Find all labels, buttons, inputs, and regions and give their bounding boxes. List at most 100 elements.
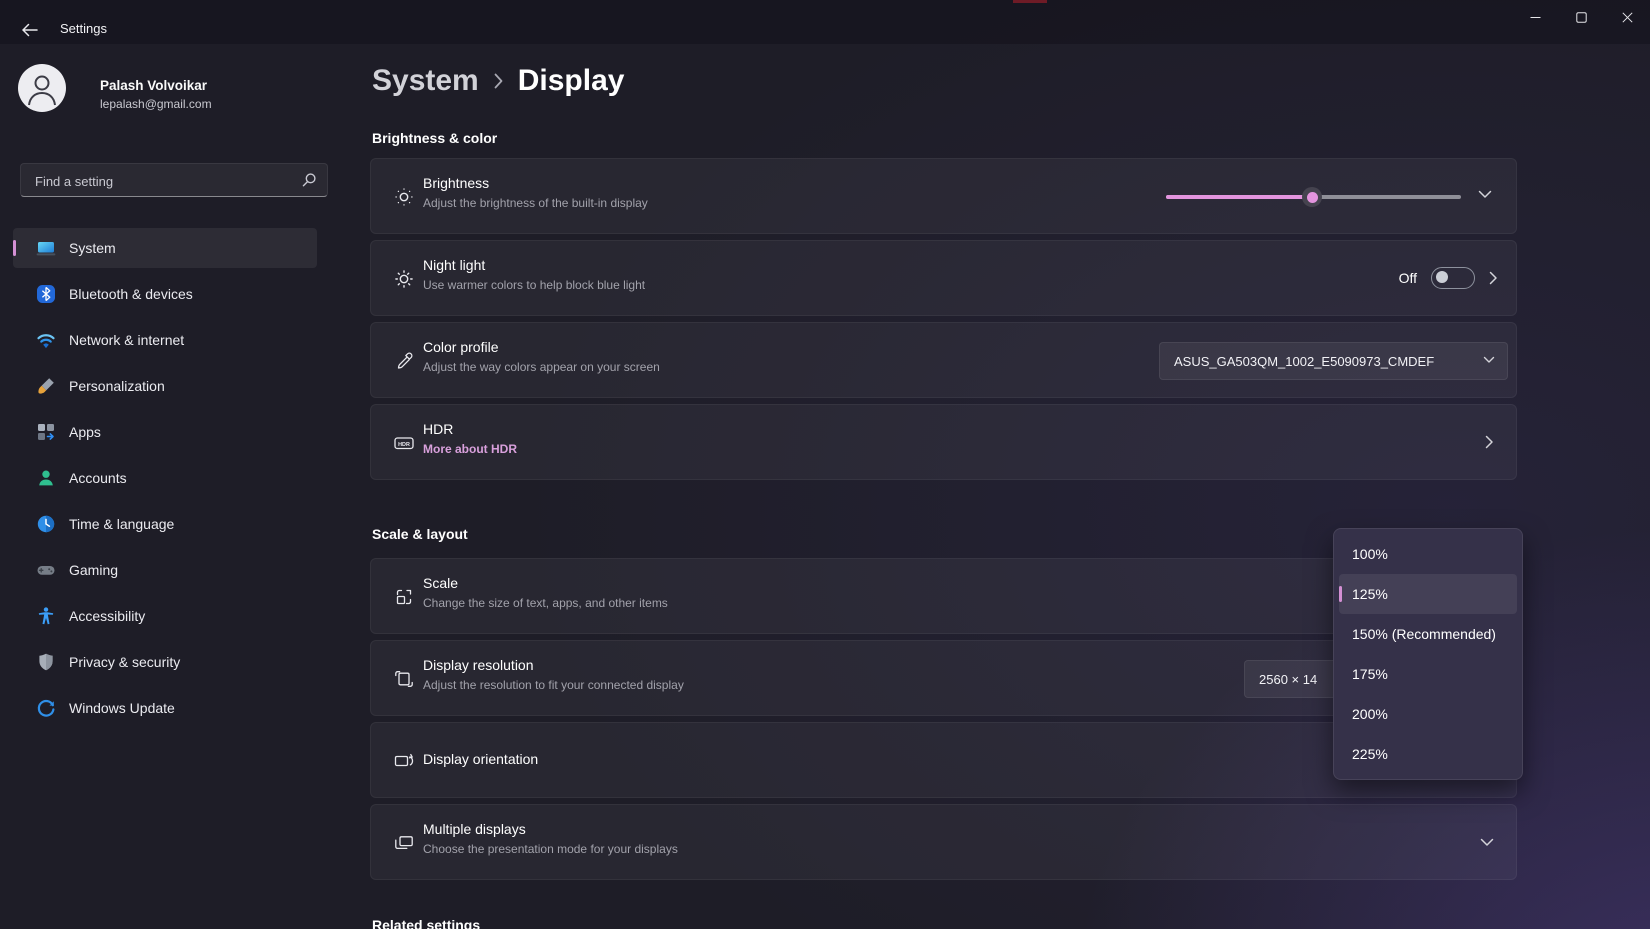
chevron-down-icon	[1483, 356, 1495, 364]
multiple-displays-icon	[393, 832, 415, 854]
scale-option-200[interactable]: 200%	[1339, 694, 1517, 734]
brightness-row: Brightness Adjust the brightness of the …	[370, 158, 1517, 234]
hdr-row[interactable]: HDR HDR More about HDR	[370, 404, 1517, 480]
related-settings-heading: Related settings	[372, 917, 480, 929]
app-title: Settings	[60, 21, 107, 36]
night-light-title: Night light	[423, 257, 645, 273]
sidebar-item-label: Personalization	[69, 378, 165, 394]
display-resolution-subtitle: Adjust the resolution to fit your connec…	[423, 678, 684, 692]
scale-option-150[interactable]: 150% (Recommended)	[1339, 614, 1517, 654]
sidebar-item-time-language[interactable]: Time & language	[13, 504, 317, 544]
chevron-right-icon[interactable]	[1485, 435, 1494, 449]
multiple-displays-row[interactable]: Multiple displays Choose the presentatio…	[370, 804, 1517, 880]
sidebar-item-label: Windows Update	[69, 700, 175, 716]
titlebar: Settings	[0, 0, 1650, 44]
sidebar-item-personalization[interactable]: Personalization	[13, 366, 317, 406]
expand-chevron-down-icon[interactable]	[1480, 838, 1494, 847]
section-heading-scale-layout: Scale & layout	[372, 526, 468, 542]
avatar[interactable]	[18, 64, 66, 112]
minimize-button[interactable]	[1512, 0, 1558, 34]
toggle-knob	[1436, 271, 1448, 283]
scale-option-125[interactable]: 125%	[1339, 574, 1517, 614]
accessibility-icon	[36, 606, 56, 626]
sidebar-item-label: Apps	[69, 424, 101, 440]
sidebar-item-bluetooth-devices[interactable]: Bluetooth & devices	[13, 274, 317, 314]
color-profile-title: Color profile	[423, 339, 660, 355]
sidebar-item-privacy-security[interactable]: Privacy & security	[13, 642, 317, 682]
scale-option-100[interactable]: 100%	[1339, 534, 1517, 574]
back-arrow-icon	[22, 23, 38, 37]
breadcrumb: System Display	[372, 64, 624, 98]
night-light-icon	[393, 268, 415, 290]
scale-subtitle: Change the size of text, apps, and other…	[423, 596, 668, 610]
search-input[interactable]	[33, 164, 287, 198]
sidebar-item-label: Network & internet	[69, 332, 184, 348]
hdr-icon: HDR	[393, 432, 415, 454]
scale-title: Scale	[423, 575, 668, 591]
night-light-toggle[interactable]	[1431, 267, 1475, 289]
sidebar-item-label: Accounts	[69, 470, 127, 486]
svg-text:HDR: HDR	[398, 442, 410, 448]
sidebar-item-label: System	[69, 240, 116, 256]
display-resolution-value: 2560 × 14	[1245, 672, 1317, 687]
sidebar-item-system[interactable]: System	[13, 228, 317, 268]
sidebar-item-windows-update[interactable]: Windows Update	[13, 688, 317, 728]
sidebar-item-label: Privacy & security	[69, 654, 180, 670]
expand-chevron-down-icon[interactable]	[1478, 190, 1492, 199]
sidebar-item-accessibility[interactable]: Accessibility	[13, 596, 317, 636]
brightness-slider	[1166, 159, 1461, 233]
sidebar-item-label: Bluetooth & devices	[69, 286, 193, 302]
maximize-button[interactable]	[1558, 0, 1604, 34]
brightness-title: Brightness	[423, 175, 648, 191]
clock-globe-icon	[36, 514, 56, 534]
scale-flyout-menu: 100% 125% 150% (Recommended) 175% 200% 2…	[1333, 528, 1523, 780]
sidebar-item-network-internet[interactable]: Network & internet	[13, 320, 317, 360]
sidebar-item-label: Accessibility	[69, 608, 145, 624]
accounts-icon	[36, 468, 56, 488]
eyedropper-icon	[393, 350, 415, 372]
chevron-right-icon	[493, 72, 504, 90]
sidebar-item-accounts[interactable]: Accounts	[13, 458, 317, 498]
sidebar-item-apps[interactable]: Apps	[13, 412, 317, 452]
night-light-row[interactable]: Night light Use warmer colors to help bl…	[370, 240, 1517, 316]
display-orientation-title: Display orientation	[423, 751, 538, 767]
scale-option-175[interactable]: 175%	[1339, 654, 1517, 694]
color-profile-subtitle: Adjust the way colors appear on your scr…	[423, 360, 660, 374]
chevron-right-icon[interactable]	[1489, 271, 1498, 285]
sidebar-item-label: Time & language	[69, 516, 174, 532]
display-resolution-title: Display resolution	[423, 657, 684, 673]
multiple-displays-subtitle: Choose the presentation mode for your di…	[423, 842, 678, 856]
display-resolution-icon	[393, 668, 415, 690]
night-light-subtitle: Use warmer colors to help block blue lig…	[423, 278, 645, 292]
breadcrumb-system[interactable]: System	[372, 64, 479, 98]
search-box[interactable]	[20, 163, 328, 197]
recording-indicator	[1013, 0, 1047, 3]
close-button[interactable]	[1604, 0, 1650, 34]
apps-icon	[36, 422, 56, 442]
toggle-state-label: Off	[1399, 270, 1417, 286]
back-button[interactable]	[16, 16, 44, 44]
update-icon	[36, 698, 56, 718]
slider-thumb[interactable]	[1302, 187, 1322, 207]
paintbrush-icon	[36, 376, 56, 396]
sidebar-nav: System Bluetooth & devices Network & int…	[13, 228, 317, 734]
brightness-subtitle: Adjust the brightness of the built-in di…	[423, 196, 648, 210]
user-name: Palash Volvoikar	[100, 78, 207, 93]
system-icon	[36, 238, 56, 258]
color-profile-select[interactable]: ASUS_GA503QM_1002_E5090973_CMDEF	[1159, 342, 1508, 380]
bluetooth-icon	[36, 284, 56, 304]
scale-icon	[393, 586, 415, 608]
shield-icon	[36, 652, 56, 672]
wifi-icon	[36, 330, 56, 350]
sidebar-item-gaming[interactable]: Gaming	[13, 550, 317, 590]
scale-option-225[interactable]: 225%	[1339, 734, 1517, 774]
user-email: lepalash@gmail.com	[100, 97, 212, 111]
hdr-more-link[interactable]: More about HDR	[423, 442, 517, 456]
breadcrumb-display: Display	[518, 64, 625, 98]
color-profile-row: Color profile Adjust the way colors appe…	[370, 322, 1517, 398]
section-heading-brightness-color: Brightness & color	[372, 130, 497, 146]
gamepad-icon	[36, 560, 56, 580]
hdr-title: HDR	[423, 421, 517, 437]
night-light-controls: Off	[1399, 241, 1498, 315]
multiple-displays-title: Multiple displays	[423, 821, 678, 837]
